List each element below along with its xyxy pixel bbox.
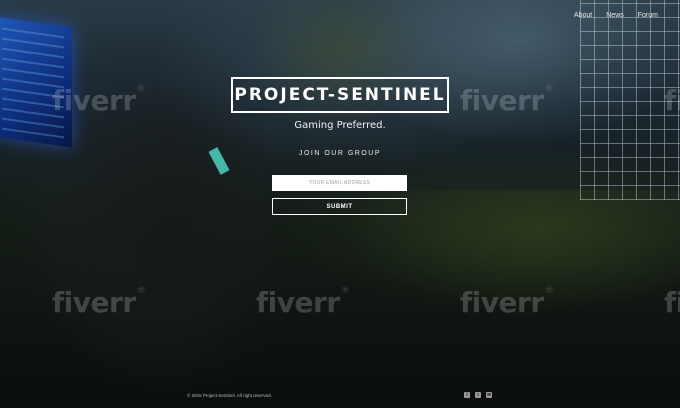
copyright-text: © 2015 Project-Sentinel. All right reser… <box>187 393 272 398</box>
nav-news-link[interactable]: News <box>606 12 624 19</box>
twitter-icon[interactable]: t <box>475 392 481 398</box>
submit-button[interactable]: SUBMIT <box>272 198 407 215</box>
top-nav: About News Forum <box>574 12 658 19</box>
facebook-icon[interactable]: f <box>464 392 470 398</box>
tagline: Gaming Preferred. <box>294 120 386 131</box>
logo-text: PROJECT-SENTINEL <box>234 85 446 105</box>
email-field[interactable] <box>272 175 407 191</box>
email-icon[interactable]: ✉ <box>486 392 492 398</box>
background-grid <box>580 0 680 200</box>
nav-about-link[interactable]: About <box>574 12 592 19</box>
join-group-heading: JOIN OUR GROUP <box>298 150 382 157</box>
site-logo: PROJECT-SENTINEL <box>231 77 449 113</box>
social-links: f t ✉ <box>464 392 492 398</box>
nav-forum-link[interactable]: Forum <box>638 12 658 19</box>
